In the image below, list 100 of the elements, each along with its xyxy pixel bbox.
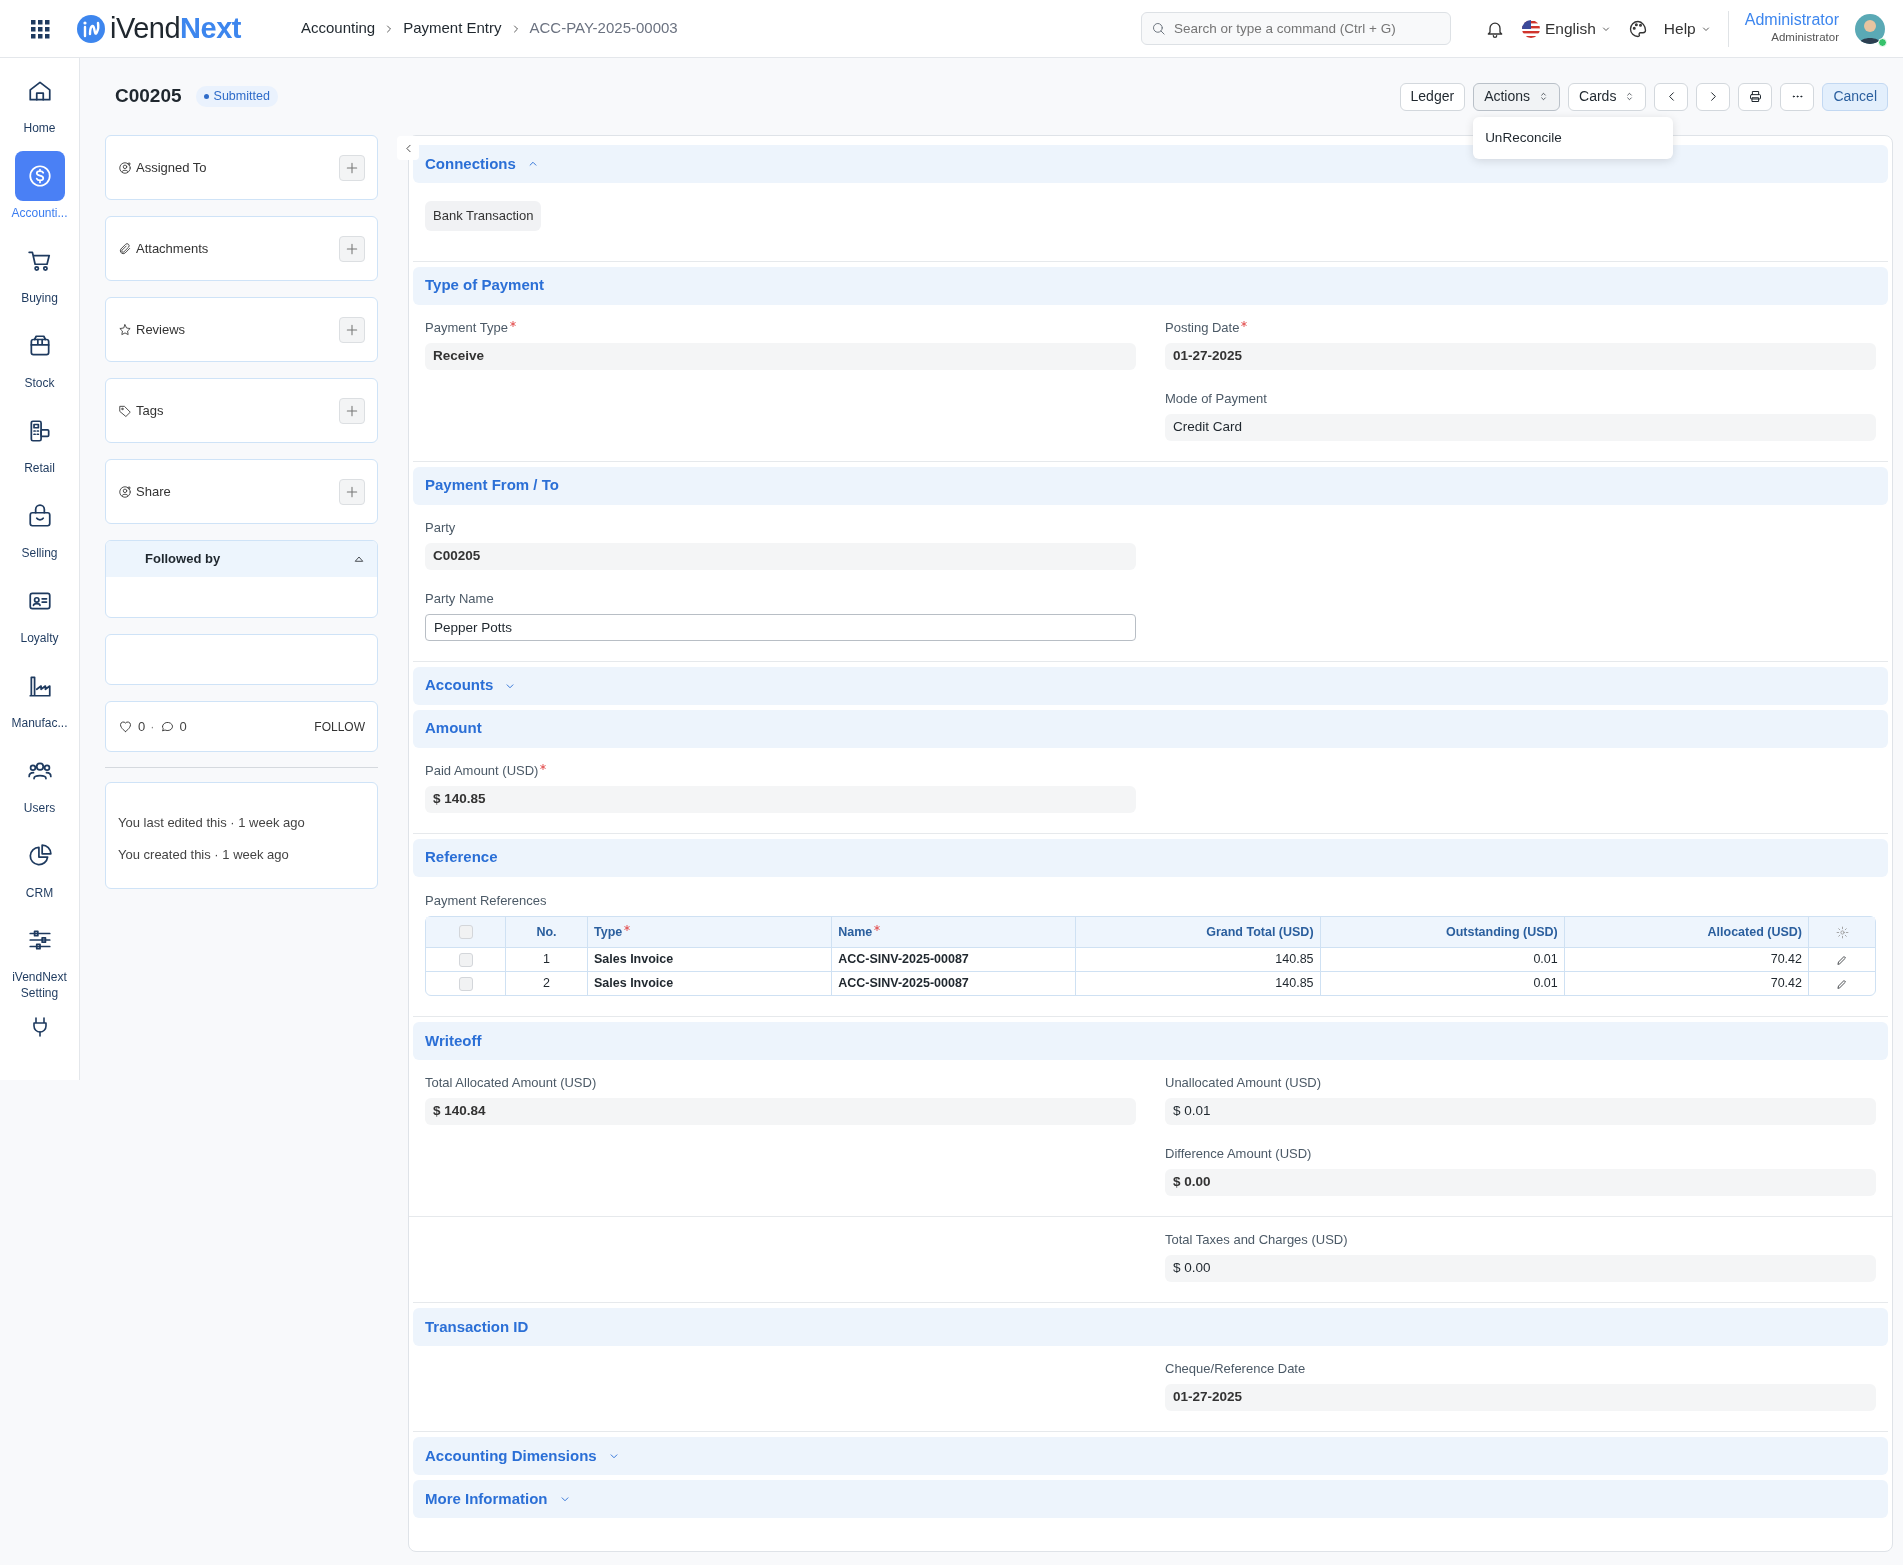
column-header: Type	[594, 924, 623, 939]
add-button[interactable]	[339, 316, 365, 343]
language-selector[interactable]: English	[1521, 16, 1612, 41]
breadcrumb-link[interactable]: ACC-PAY-2025-00003	[529, 17, 678, 40]
card-label: Tags	[136, 401, 164, 420]
field-value: $ 0.00	[1165, 1255, 1876, 1282]
nav-rail-item[interactable]: Selling	[0, 491, 80, 576]
table-cell: 140.85	[1076, 971, 1321, 995]
section-header[interactable]: Accounts	[413, 666, 1888, 705]
activity-text: You created this · 1 week ago	[118, 845, 290, 864]
field-label: Total Allocated Amount (USD)	[425, 1075, 597, 1090]
nav-rail-item[interactable]: Home	[0, 66, 80, 151]
flag-icon	[1521, 18, 1541, 39]
ledger-button[interactable]: Ledger	[1399, 82, 1466, 111]
row-checkbox[interactable]	[458, 976, 473, 991]
field-value: 01-27-2025	[1165, 1384, 1876, 1411]
add-button[interactable]	[339, 397, 365, 424]
comment-icon	[159, 719, 175, 734]
collapse-sidebar-button[interactable]	[397, 136, 419, 160]
table-cell: 0.01	[1320, 971, 1565, 995]
factory-icon	[26, 673, 53, 699]
text-field[interactable]: Pepper Potts	[425, 613, 1136, 641]
table-cell: Sales Invoice	[588, 947, 833, 971]
nav-rail-item[interactable]: Users	[0, 746, 80, 831]
dropdown-button[interactable]: Actions	[1473, 82, 1561, 111]
nav-rail-item[interactable]: Retail	[0, 406, 80, 491]
nav-rail-item[interactable]: Stock	[0, 321, 80, 406]
search-field[interactable]: Search or type a command (Ctrl + G)	[1141, 12, 1451, 45]
previous-button[interactable]	[1654, 82, 1689, 111]
field-value: $ 140.85	[425, 785, 1136, 813]
section-header[interactable]: Connections	[413, 145, 1888, 183]
nav-rail-item[interactable]: Buying	[0, 236, 80, 321]
heart-icon	[118, 719, 133, 734]
nav-rail-item[interactable]: iVendNext Setting	[0, 916, 80, 1001]
column-header: No.	[536, 924, 557, 939]
comment-count: 0	[179, 717, 187, 736]
more-button[interactable]	[1780, 82, 1815, 111]
field-value: Credit Card	[1165, 413, 1876, 441]
add-button[interactable]	[339, 154, 365, 181]
edit-button[interactable]	[1836, 953, 1848, 966]
document-title: C00205	[115, 84, 182, 109]
next-button[interactable]	[1696, 82, 1731, 111]
row-checkbox[interactable]	[458, 952, 473, 967]
card-label: Assigned To	[136, 158, 207, 177]
gear-icon	[1835, 925, 1849, 939]
field-label: Difference Amount (USD)	[1165, 1146, 1312, 1161]
column-header: Name	[838, 924, 873, 939]
avatar[interactable]	[1855, 13, 1885, 44]
column-header: Grand Total (USD)	[1206, 924, 1314, 939]
dropdown-button[interactable]: Cards	[1568, 82, 1647, 111]
field-label: Total Taxes and Charges (USD)	[1165, 1232, 1348, 1247]
table-cell: Sales Invoice	[588, 971, 833, 995]
print-button[interactable]	[1738, 82, 1773, 111]
nav-rail-item[interactable]: CRM	[0, 831, 80, 916]
user-name[interactable]: Administrator	[1744, 11, 1839, 29]
table-label: Payment References	[425, 891, 548, 910]
table-cell: 0.01	[1320, 947, 1565, 971]
table-cell: 1	[506, 947, 588, 971]
add-button[interactable]	[339, 235, 365, 262]
star-icon	[118, 323, 132, 338]
section-header: Payment From / To	[413, 466, 1888, 505]
activity-text: You last edited this · 1 week ago	[118, 814, 306, 832]
section-header[interactable]: More Information	[413, 1480, 1888, 1518]
like-count: 0	[138, 717, 146, 736]
follow-link[interactable]: FOLLOW	[314, 717, 365, 736]
table-cell: 70.42	[1564, 947, 1809, 971]
card-label: Reviews	[136, 320, 186, 339]
section-header: Amount	[413, 709, 1888, 748]
field-value: C00205	[425, 542, 1136, 570]
field-label: Cheque/Reference Date	[1165, 1361, 1306, 1376]
breadcrumb-link[interactable]: Payment Entry	[403, 17, 502, 40]
select-all-checkbox[interactable]	[458, 925, 473, 940]
printer-icon	[1747, 89, 1763, 104]
column-header: Allocated (USD)	[1707, 924, 1802, 939]
status-badge: Submitted	[195, 86, 278, 107]
logo-icon	[76, 13, 106, 44]
nav-rail-item[interactable]: Accounti...	[0, 151, 80, 236]
section-header: Transaction ID	[413, 1308, 1888, 1346]
separator-dot: ·	[150, 717, 155, 736]
palette-icon	[1627, 18, 1648, 39]
logo-text: iVendNext	[110, 10, 241, 46]
field-label: Party	[425, 519, 456, 535]
section-header: Type of Payment	[413, 266, 1888, 305]
section-header: Reference	[413, 838, 1888, 877]
connection-link[interactable]: Bank Transaction	[425, 201, 542, 231]
add-button[interactable]	[339, 478, 365, 505]
field-label: Paid Amount (USD)	[425, 762, 539, 778]
breadcrumb-link[interactable]: Accounting	[300, 17, 376, 40]
edit-button[interactable]	[1836, 977, 1848, 990]
field-value: Receive	[425, 342, 1136, 370]
help-menu[interactable]: Help	[1663, 16, 1712, 41]
user-plus-icon	[118, 161, 132, 176]
search-icon	[1151, 21, 1166, 36]
section-header[interactable]: Accounting Dimensions	[413, 1437, 1888, 1475]
cancel-button[interactable]: Cancel	[1822, 82, 1888, 111]
nav-rail-item[interactable]: Manufac...	[0, 661, 80, 746]
card-label: Share	[136, 482, 171, 501]
field-value: $ 0.01	[1165, 1098, 1876, 1125]
nav-rail-item[interactable]: Loyalty	[0, 576, 80, 661]
pie-chart-icon	[26, 843, 53, 869]
